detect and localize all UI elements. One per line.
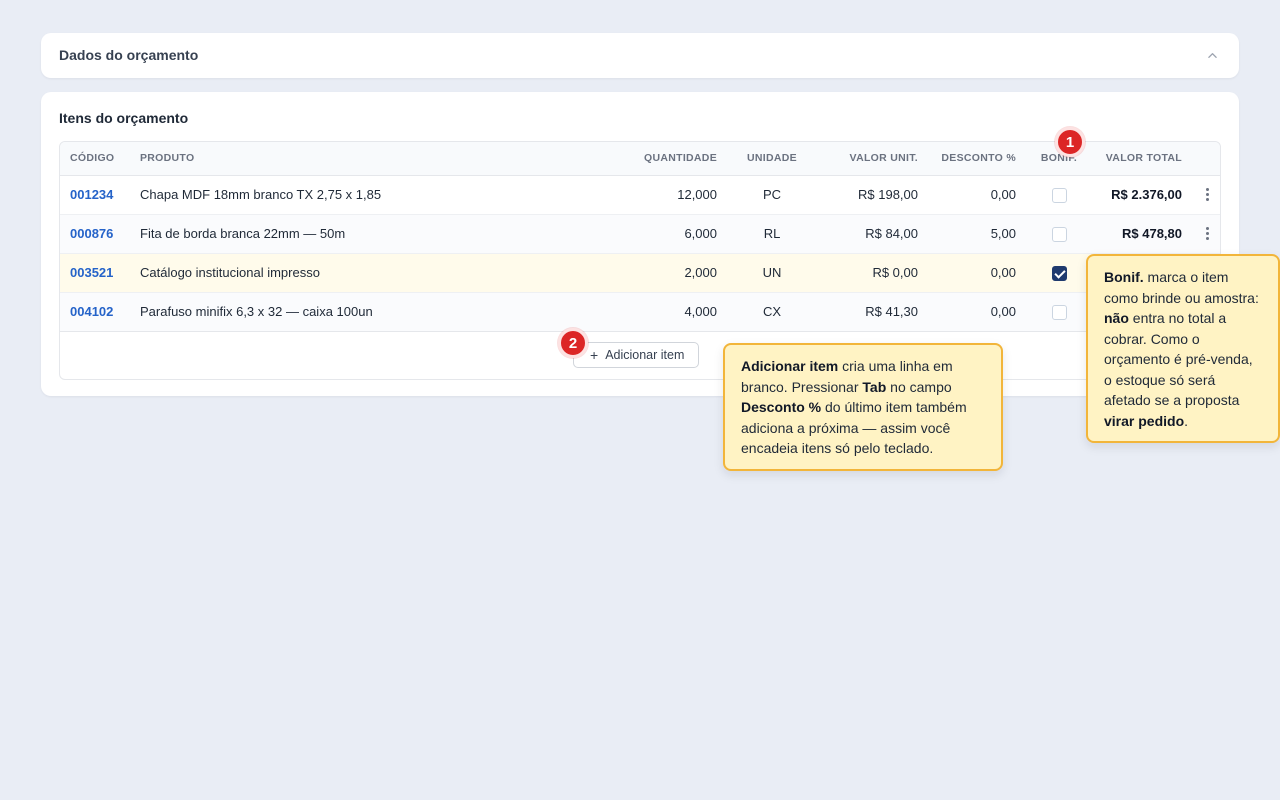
item-bonus-cell	[1026, 291, 1092, 332]
add-item-button[interactable]: + Adicionar item	[573, 342, 700, 368]
more-options-icon[interactable]	[1205, 186, 1209, 203]
item-product: Chapa MDF 18mm branco TX 2,75 x 1,85	[140, 187, 382, 202]
item-unit: RL	[727, 213, 817, 253]
tooltip-emphasis: virar pedido	[1104, 412, 1185, 429]
item-product: Fita de borda branca 22mm — 50m	[130, 213, 566, 253]
item-quantity[interactable]: 4,000	[566, 291, 727, 332]
budget-data-title: Dados do orçamento	[59, 47, 199, 63]
item-code[interactable]: 001234	[60, 175, 130, 214]
header-quantity: QUANTIDADE	[566, 142, 727, 176]
chevron-up-icon[interactable]	[1208, 51, 1217, 60]
bonus-checkbox[interactable]	[1051, 304, 1067, 320]
item-product: Parafuso minifix 6,3 x 32 — caixa 100un	[130, 291, 566, 332]
header-unit-value: VALOR UNIT.	[817, 142, 928, 176]
header-code: CÓDIGO	[60, 142, 130, 176]
tooltip-emphasis: Bonif.	[1104, 269, 1144, 285]
item-quantity[interactable]: 6,000	[566, 213, 727, 253]
item-unit: PC	[762, 187, 782, 202]
item-quantity[interactable]: 2,000	[566, 252, 727, 292]
item-code[interactable]: 003521	[60, 252, 130, 292]
table-row: 001234 Chapa MDF 18mm branco TX 2,75 x 1,…	[60, 175, 1220, 214]
item-unit: CX	[727, 291, 817, 332]
header-total: VALOR TOTAL	[1092, 142, 1192, 176]
item-actions-cell	[1192, 175, 1220, 214]
item-actions-cell	[1192, 213, 1220, 253]
item-code[interactable]: 004102	[60, 291, 130, 332]
item-discount[interactable]: 5,00	[928, 213, 1026, 253]
item-discount[interactable]: 0,00	[928, 291, 1026, 332]
item-discount[interactable]: 0,00	[928, 252, 1026, 292]
item-unit-value[interactable]: R$ 198,00	[817, 175, 928, 214]
step-badge-add-item: 2	[558, 328, 588, 358]
header-actions	[1192, 142, 1220, 176]
header-discount: DESCONTO %	[928, 142, 1026, 176]
item-total: R$ 2.376,00	[1111, 187, 1182, 202]
tooltip-emphasis: Tab	[862, 378, 887, 395]
tooltip-emphasis: Adicionar item	[741, 358, 839, 374]
item-unit-value[interactable]: R$ 84,00	[817, 213, 928, 253]
bonus-checkbox[interactable]	[1051, 265, 1067, 281]
item-discount[interactable]: 0,00	[928, 175, 1026, 214]
item-code[interactable]: 000876	[60, 213, 130, 253]
tooltip-emphasis: Desconto %	[741, 399, 822, 415]
item-bonus-cell	[1026, 175, 1092, 214]
table-row: 000876 Fita de borda branca 22mm — 50m 6,0…	[60, 213, 1220, 253]
bonus-checkbox[interactable]	[1051, 226, 1067, 242]
tooltip-text: no campo	[886, 378, 952, 395]
more-options-icon[interactable]	[1205, 225, 1209, 242]
header-unit: UNIDADE	[727, 142, 817, 176]
item-unit-value[interactable]: R$ 0,00	[817, 252, 928, 292]
item-product: Catálogo institucional impresso	[130, 252, 566, 292]
budget-items-title: Itens do orçamento	[59, 110, 189, 126]
item-bonus-cell	[1026, 213, 1092, 253]
budget-data-section[interactable]: Dados do orçamento	[41, 33, 1239, 78]
item-unit: UN	[727, 252, 817, 292]
tooltip-emphasis: não	[1104, 310, 1129, 326]
table-header-row: CÓDIGO PRODUTO QUANTIDADE UNIDADE VALOR …	[60, 142, 1220, 176]
tooltip-text: .	[1184, 412, 1189, 429]
bonus-checkbox[interactable]	[1051, 187, 1067, 203]
table-row: 004102 Parafuso minifix 6,3 x 32 — caixa …	[60, 291, 1220, 332]
step-badge-bonus: 1	[1055, 127, 1085, 157]
add-item-label: Adicionar item	[605, 348, 685, 362]
plus-icon: +	[590, 347, 599, 363]
tooltip-bonus: Bonif. marca o item como brinde ou amost…	[1086, 254, 1280, 443]
item-bonus-cell	[1026, 252, 1092, 292]
item-unit-value[interactable]: R$ 41,30	[817, 291, 928, 332]
table-row: 003521 Catálogo institucional impresso 2,0…	[60, 252, 1220, 292]
item-total: R$ 478,80	[1092, 213, 1192, 253]
tooltip-add-item: Adicionar item cria uma linha em branco.…	[723, 343, 1003, 471]
item-quantity[interactable]: 12,000	[566, 175, 727, 214]
header-product: PRODUTO	[130, 142, 566, 176]
